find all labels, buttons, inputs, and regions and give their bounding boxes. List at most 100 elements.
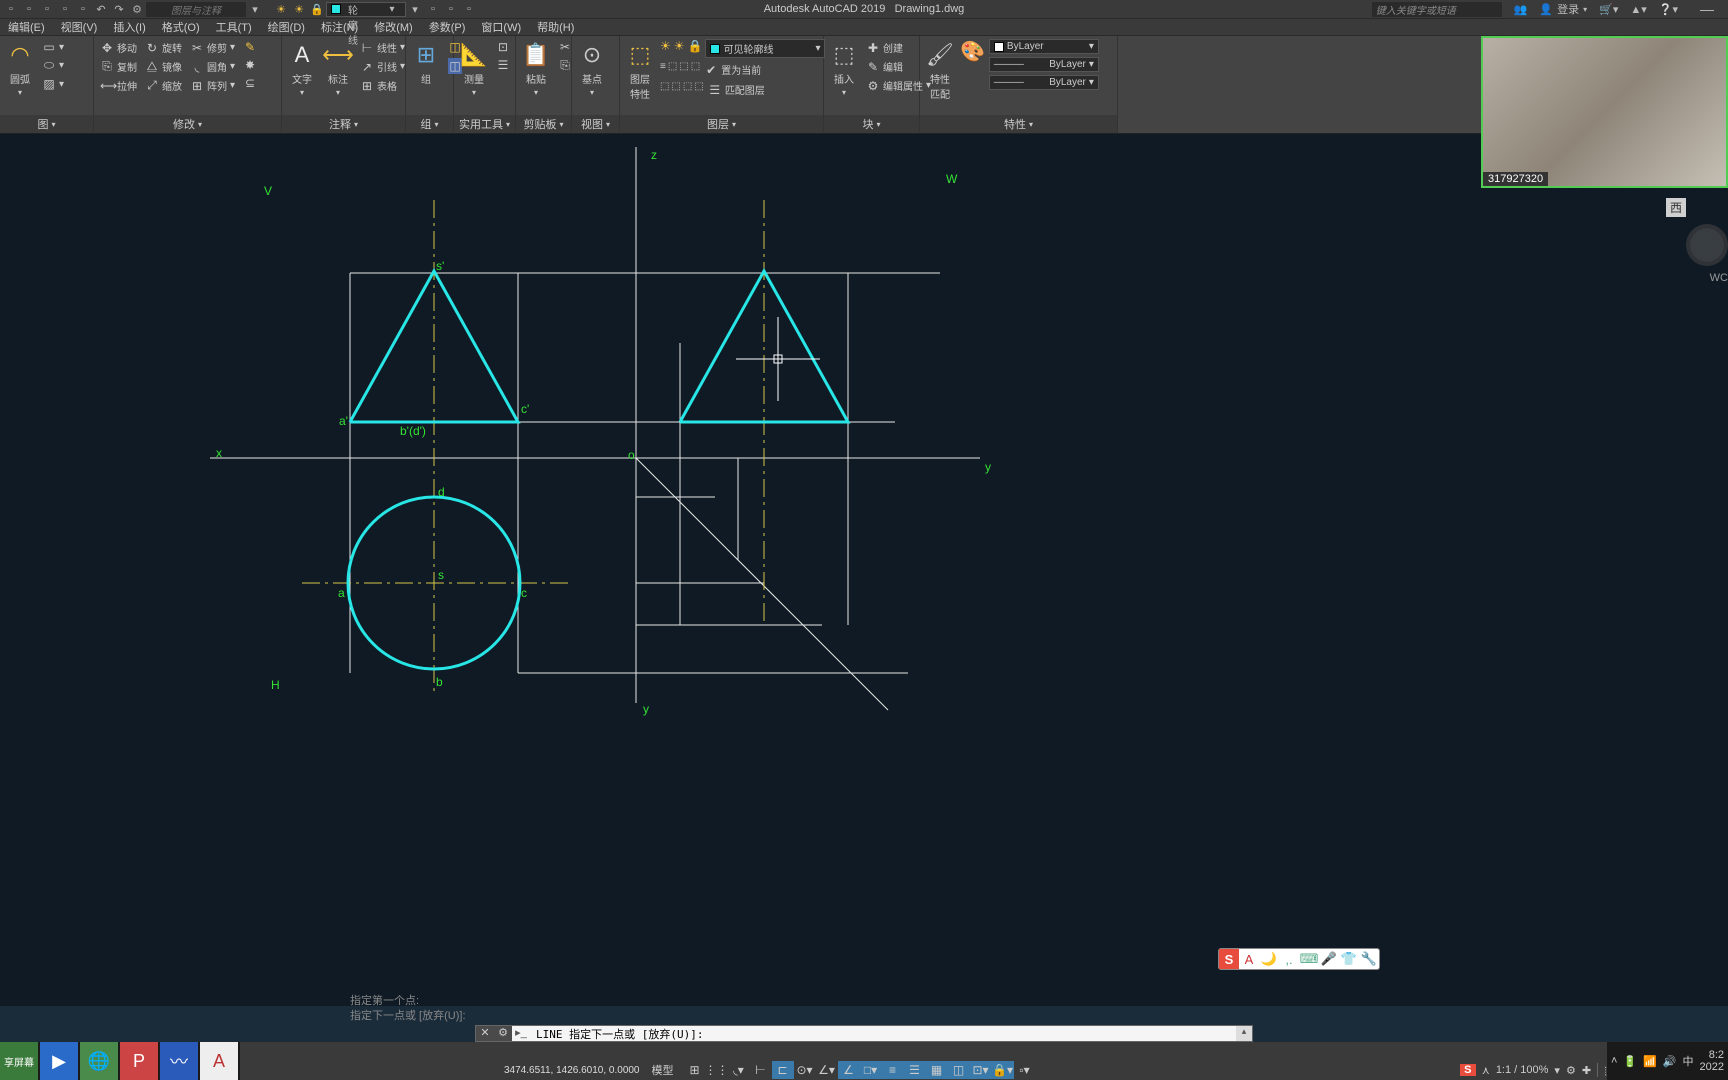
dyn-toggle[interactable]: ⊢ (750, 1061, 772, 1079)
layer-s5[interactable]: ⬚ (660, 81, 669, 98)
menu-window[interactable]: 窗口(W) (473, 19, 529, 35)
keyword-search-input[interactable]: 键入关键字或短语 (1372, 2, 1502, 17)
layer-s1[interactable]: ≡ (660, 61, 666, 78)
qat-dd4-icon[interactable]: ▫ (460, 3, 478, 15)
paste-button[interactable]: 📋粘贴▾ (520, 39, 552, 99)
qat-undo-icon[interactable]: ↶ (92, 3, 110, 16)
qat-more-icon[interactable]: ▾ (246, 3, 264, 16)
task-browser[interactable]: 🌐 (80, 1042, 118, 1080)
navigation-compass[interactable] (1686, 224, 1728, 266)
lineweight-select[interactable]: ———ByLayer▾ (989, 57, 1099, 72)
qat-dd3-icon[interactable]: ▫ (442, 3, 460, 15)
menu-tools[interactable]: 工具(T) (208, 19, 260, 35)
base-panel-title[interactable]: 视图 (572, 115, 619, 133)
stretch-button[interactable]: ⟷拉伸 (98, 77, 139, 94)
menu-draw[interactable]: 绘图(D) (260, 19, 313, 35)
infer-toggle[interactable]: ◟▾ (728, 1061, 750, 1079)
u-btn2[interactable]: ☰ (494, 57, 512, 73)
task-play[interactable]: ▶ (40, 1042, 78, 1080)
draw-panel-title[interactable]: 图 (0, 115, 93, 133)
cmd-close-icon[interactable]: ✕ (476, 1026, 494, 1041)
explode-button[interactable]: ✸ (241, 57, 259, 73)
iso-toggle[interactable]: ∠▾ (816, 1061, 838, 1079)
trans-toggle[interactable]: ▦ (926, 1061, 948, 1079)
tray-ime-icon[interactable]: 中 (1683, 1053, 1694, 1069)
trim-button[interactable]: ✂修剪▾ (188, 39, 237, 56)
scale-button[interactable]: ⤢缩放 (143, 77, 184, 94)
annot-mon-toggle[interactable]: ⊡▾ (970, 1061, 992, 1079)
qat-plot-icon[interactable]: ▫ (74, 3, 92, 15)
color-select[interactable]: ByLayer▾ (989, 39, 1099, 54)
ime-punct-icon[interactable]: ,. (1279, 949, 1299, 969)
menu-param[interactable]: 参数(P) (421, 19, 474, 35)
props-panel-title[interactable]: 特性 (920, 115, 1117, 133)
cmd-custom-icon[interactable]: ⚙ (494, 1026, 512, 1041)
qat-new-icon[interactable]: ▫ (2, 3, 20, 15)
lw-toggle[interactable]: ☰ (904, 1061, 926, 1079)
measure-button[interactable]: 📐测量▾ (458, 39, 490, 99)
ime-moon-icon[interactable]: 🌙 (1259, 949, 1279, 969)
title-layer-dropdown[interactable]: 可见轮廓线▾ (326, 2, 406, 17)
layer-prop-button[interactable]: ⬚图层 特性 (624, 39, 656, 103)
qat-share-icon[interactable]: ☀ (272, 3, 290, 16)
linear-button[interactable]: ⊢线性▾ (358, 39, 407, 56)
drawing-canvas[interactable]: V W H z y y x o s' s a' c' b'(d') a b c … (0, 134, 1728, 1006)
layer-select[interactable]: 可见轮廓线▾ (705, 39, 825, 58)
zoom-dd-icon[interactable]: ▾ (1554, 1064, 1560, 1077)
rotate-button[interactable]: ↻旋转 (143, 39, 184, 56)
dim-button[interactable]: ⟷标注▾ (322, 39, 354, 99)
match-prop-button[interactable]: 🖌特性 匹配 (924, 39, 956, 103)
array-button[interactable]: ⊞阵列▾ (188, 77, 237, 94)
qat-saveas-icon[interactable]: ▫ (56, 3, 74, 15)
hatch-button[interactable]: ▨▾ (40, 76, 66, 92)
qat-open-icon[interactable]: ▫ (20, 3, 38, 15)
arc-button[interactable]: ◠圆弧▾ (4, 39, 36, 99)
layer-s7[interactable]: ⬚ (683, 81, 692, 98)
base-button[interactable]: ⊙基点▾ (576, 39, 608, 99)
match-layer-button[interactable]: ☰匹配图层 (706, 81, 767, 98)
app-menu-icon[interactable]: ▲▾ (1630, 3, 1646, 16)
table-button[interactable]: ⊞表格 (358, 77, 407, 94)
qat-dd1-icon[interactable]: ▾ (406, 3, 424, 16)
scale-mon-icon[interactable]: ⋏ (1482, 1064, 1490, 1077)
task-ppt[interactable]: P (120, 1042, 158, 1080)
menu-help[interactable]: 帮助(H) (529, 19, 582, 35)
layer-s2[interactable]: ⬚ (668, 61, 677, 78)
clipboard-panel-title[interactable]: 剪贴板 (516, 115, 571, 133)
model-space-button[interactable]: 模型 (652, 1062, 674, 1078)
ime-keyboard-icon[interactable]: ⌨ (1299, 949, 1319, 969)
layer-s8[interactable]: ⬚ (694, 81, 703, 98)
info-center-icon[interactable]: 👥 (1514, 3, 1528, 16)
qat-search-dropdown[interactable]: 图层与注释 (146, 2, 246, 17)
menu-edit[interactable]: 编辑(E) (0, 19, 53, 35)
qat-dd2-icon[interactable]: ▫ (424, 3, 442, 15)
menu-modify[interactable]: 修改(M) (366, 19, 421, 35)
annot-panel-title[interactable]: 注释 (282, 115, 405, 133)
qat-bulb-icon[interactable]: ☀ (290, 3, 308, 16)
3dosnap-toggle[interactable]: ≡ (882, 1061, 904, 1079)
u-btn1[interactable]: ⊡ (494, 39, 512, 55)
task-screenshare[interactable]: 享屏幕 (0, 1042, 38, 1080)
copy-button[interactable]: ⎘复制 (98, 58, 139, 75)
menu-view[interactable]: 视图(V) (53, 19, 106, 35)
grid-toggle[interactable]: ⊞ (684, 1061, 706, 1079)
insert-button[interactable]: ⬚插入▾ (828, 39, 860, 99)
menu-insert[interactable]: 插入(I) (105, 19, 153, 35)
qat-save-icon[interactable]: ▫ (38, 3, 56, 15)
ime-tool-icon[interactable]: 🔧 (1359, 949, 1379, 969)
snap-toggle[interactable]: ⋮⋮ (706, 1061, 728, 1079)
move-button[interactable]: ✥移动 (98, 39, 139, 56)
cycl-toggle[interactable]: ◫ (948, 1061, 970, 1079)
polar-toggle[interactable]: ⊙▾ (794, 1061, 816, 1079)
command-input[interactable] (530, 1026, 1236, 1041)
layer-panel-title[interactable]: 图层 (620, 115, 823, 133)
text-button[interactable]: A文字▾ (286, 39, 318, 99)
insert-panel-title[interactable]: 块 (824, 115, 919, 133)
qat-lock-icon[interactable]: 🔒 (308, 3, 326, 16)
mirror-button[interactable]: ⧋镜像 (143, 58, 184, 75)
zoom-label[interactable]: 1:1 / 100% (1496, 1064, 1549, 1076)
layer-s4[interactable]: ⬚ (691, 61, 700, 78)
tray-vol-icon[interactable]: 🔊 (1663, 1055, 1677, 1068)
layer-lock-icon[interactable]: 🔒 (688, 39, 703, 58)
cmd-chevron-icon[interactable]: ▸_ (512, 1026, 530, 1041)
